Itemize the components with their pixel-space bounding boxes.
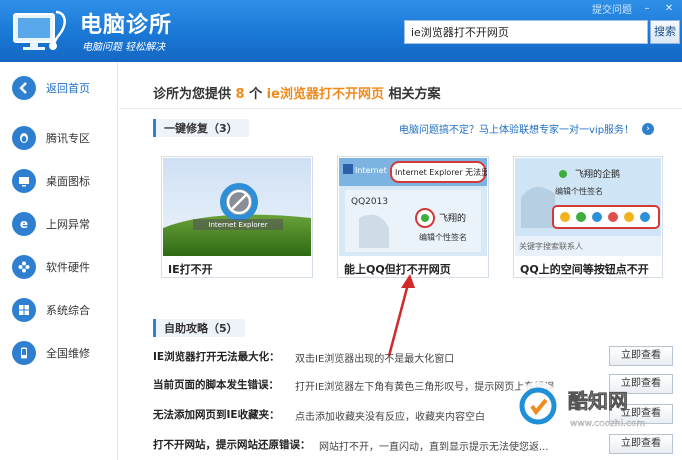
sidebar-item-label: 桌面图标 — [46, 175, 90, 188]
coozhi-watermark: 酷知网 www.coozhi.com — [508, 372, 682, 440]
card-thumb-text: 飞翔的企鹅 — [575, 168, 620, 180]
sidebar-item-repair[interactable]: 全国维修 — [12, 339, 112, 367]
result-count: 8 — [235, 87, 245, 102]
penguin-icon — [12, 126, 36, 150]
watermark-brand: 酷知网 — [568, 389, 628, 413]
windows-icon — [12, 298, 36, 322]
svg-text:QQ2013: QQ2013 — [351, 197, 388, 207]
minimize-icon[interactable]: – — [640, 3, 654, 15]
card-thumb-text: Internet Explorer 无法显... — [395, 167, 487, 177]
stethoscope-monitor-logo-icon — [8, 6, 72, 54]
sidebar-item-software-hardware[interactable]: 软件硬件 — [12, 253, 112, 281]
svg-text:飞翔的: 飞翔的 — [439, 212, 466, 224]
monitor-icon — [12, 169, 36, 193]
search-bar: 搜索 — [404, 20, 680, 44]
svg-text:编辑个性签名: 编辑个性签名 — [419, 232, 467, 242]
feedback-link[interactable]: 提交问题 — [592, 1, 632, 16]
vip-promo-link[interactable]: 电脑问题搞不定？马上体验联想专家一对一vip服务！ › — [399, 121, 655, 136]
sidebar-item-tencent[interactable]: 腾讯专区 — [12, 124, 112, 152]
svg-text:关键字搜索联系人: 关键字搜索联系人 — [519, 241, 583, 251]
sidebar-item-label: 软件硬件 — [46, 261, 90, 274]
sidebar: 返回首页 腾讯专区 桌面图标 e 上网异常 软件硬件 系统综合 全国维修 — [0, 62, 118, 460]
quick-fix-section-title: 一键修复（3） — [153, 119, 249, 137]
sidebar-item-label: 腾讯专区 — [46, 132, 90, 145]
divider — [119, 108, 682, 109]
sidebar-item-label: 返回首页 — [46, 82, 90, 95]
guide-row: IE浏览器打开无法最大化： 双击IE浏览器出现的不是最大化窗口 立即查看 — [153, 346, 673, 366]
sidebar-item-network[interactable]: e 上网异常 — [12, 210, 112, 238]
card-thumb-text: Internet Explorer — [208, 221, 267, 229]
view-now-button[interactable]: 立即查看 — [609, 346, 673, 366]
svg-text:编辑个性签名: 编辑个性签名 — [555, 186, 603, 196]
svg-text:Internet: Internet — [355, 166, 387, 175]
sidebar-item-label: 上网异常 — [46, 218, 90, 231]
self-help-section-title: 自助攻略（5） — [153, 319, 245, 337]
sidebar-item-home[interactable]: 返回首页 — [12, 74, 112, 102]
phone-icon — [12, 341, 36, 365]
puzzle-icon — [12, 255, 36, 279]
close-icon[interactable]: ✕ — [662, 3, 676, 15]
fix-card-ie-not-open[interactable]: Internet Explorer IE打不开 — [161, 156, 313, 278]
sidebar-item-desktop-icons[interactable]: 桌面图标 — [12, 167, 112, 195]
window-controls: 提交问题 – ✕ — [592, 1, 676, 17]
search-button[interactable]: 搜索 — [650, 20, 680, 44]
back-arrow-icon — [12, 76, 36, 100]
app-slogan: 电脑问题 轻松解决 — [82, 42, 166, 53]
fix-card-qq-ok-web-fail[interactable]: Internet Internet Explorer 无法显... QQ2013… — [337, 156, 489, 278]
sidebar-item-label: 系统综合 — [46, 304, 90, 317]
result-keyword: ie浏览器打不开网页 — [266, 87, 384, 102]
card-thumbnail: Internet Explorer — [163, 158, 311, 256]
card-thumbnail: Internet Internet Explorer 无法显... QQ2013… — [339, 158, 487, 256]
search-input[interactable] — [404, 20, 648, 44]
app-title: 电脑诊所 — [80, 13, 173, 38]
card-thumbnail: 飞翔的企鹅 编辑个性签名 关键字搜索联系人 — [515, 158, 661, 256]
fix-card-qq-buttons[interactable]: 飞翔的企鹅 编辑个性签名 关键字搜索联系人 QQ上的空间等按钮点不开 — [513, 156, 663, 278]
sidebar-item-system[interactable]: 系统综合 — [12, 296, 112, 324]
card-caption: QQ上的空间等按钮点不开 — [520, 263, 649, 276]
app-header: 电脑诊所 电脑问题 轻松解决 提交问题 – ✕ 搜索 — [0, 0, 682, 62]
watermark-url: www.coozhi.com — [570, 419, 645, 429]
ie-icon: e — [12, 212, 36, 236]
sidebar-item-label: 全国维修 — [46, 347, 90, 360]
arrow-right-icon: › — [642, 122, 655, 135]
card-caption: IE打不开 — [168, 263, 213, 276]
result-headline: 诊所为您提供 8 个 ie浏览器打不开网页 相关方案 — [153, 87, 441, 102]
